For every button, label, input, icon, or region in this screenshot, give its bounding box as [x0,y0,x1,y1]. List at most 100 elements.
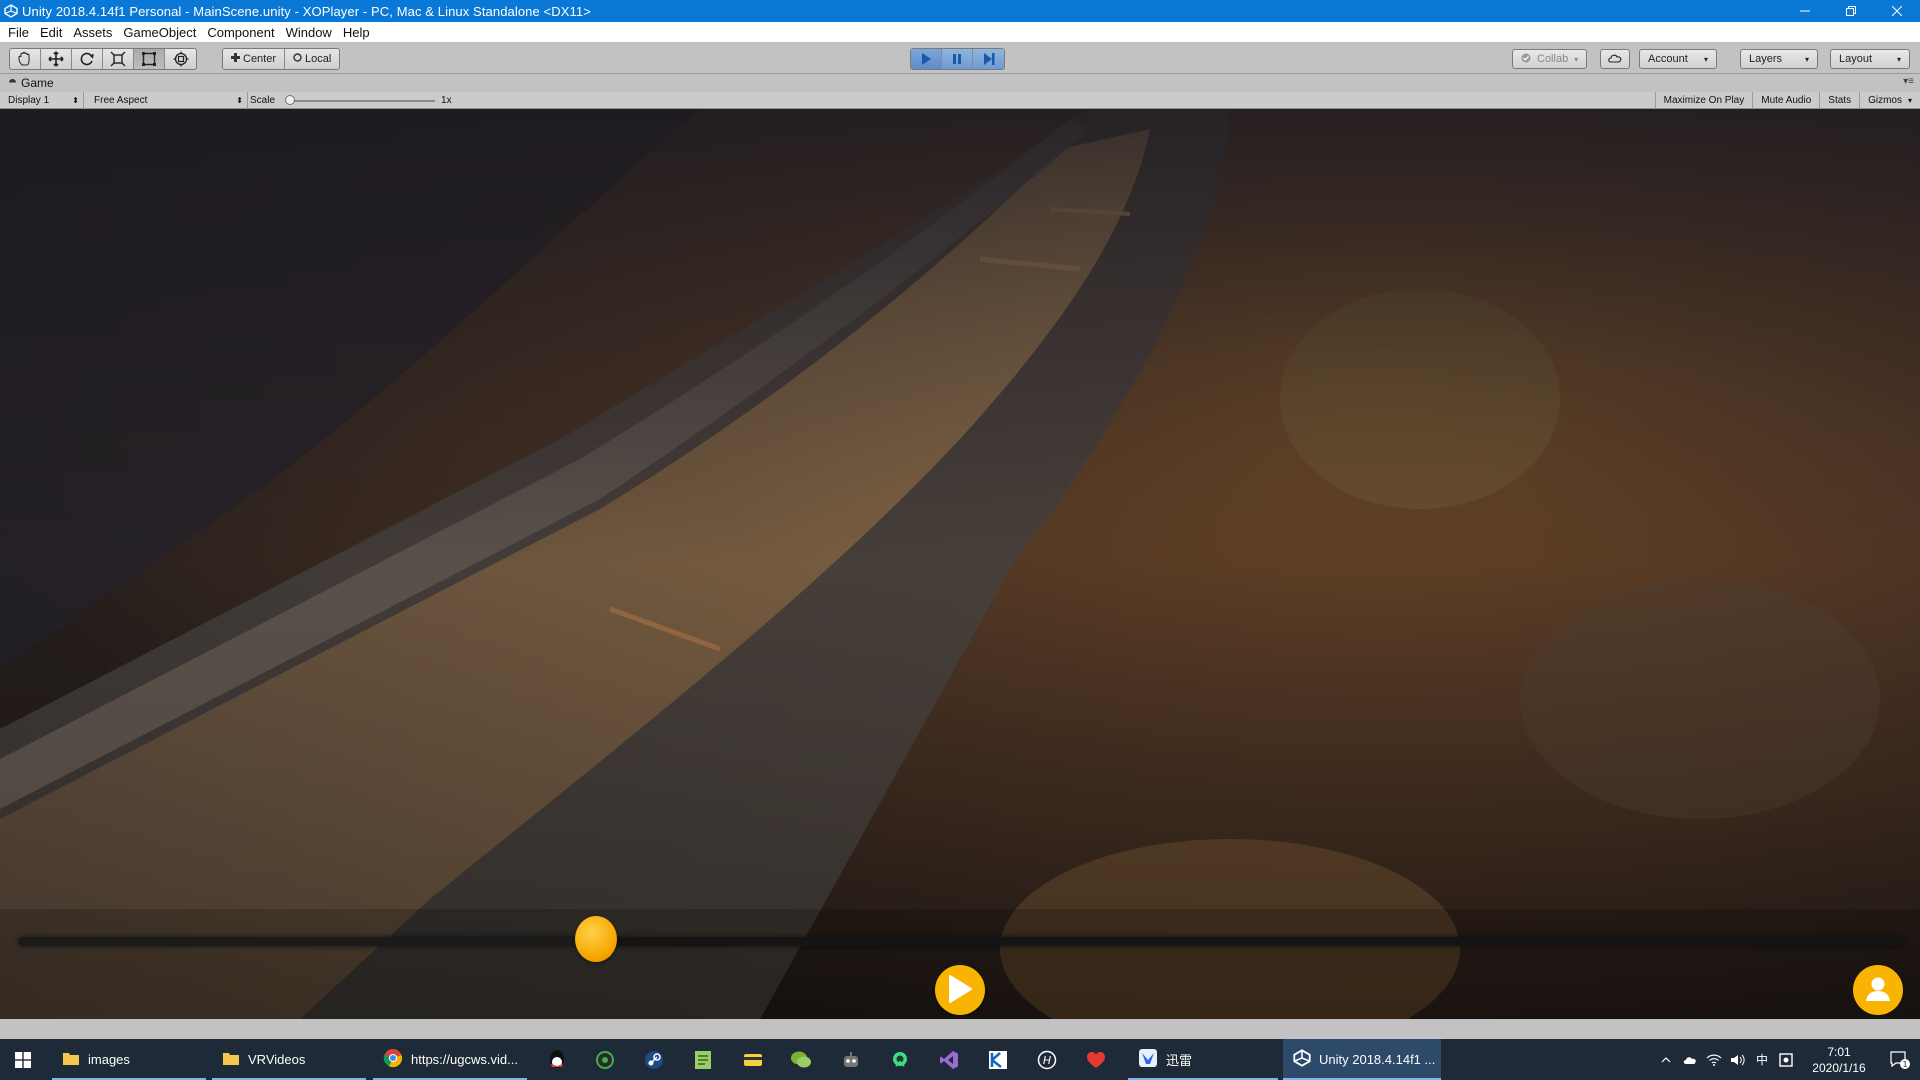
onedrive-cloud-icon[interactable] [1678,1039,1702,1080]
play-pause-button[interactable] [935,965,985,1015]
main-toolbar: Center Local Collab ▾ Account ▾ Layers ▾… [0,42,1920,74]
search-tray-icon[interactable] [1774,1039,1798,1080]
status-bar [0,1019,1920,1039]
play-icon [947,974,973,1007]
layout-dropdown[interactable]: Layout ▾ [1830,49,1910,69]
step-button[interactable] [973,49,1004,69]
android-studio-icon[interactable] [885,1045,915,1075]
menu-edit[interactable]: Edit [36,25,69,40]
collab-label: Collab [1537,53,1569,65]
chevron-up-icon[interactable] [1654,1039,1678,1080]
system-tray: 中 7:01 2020/1/16 1 [1654,1039,1920,1080]
chrome-icon [383,1048,403,1071]
taskbar-item-images[interactable]: images [52,1039,206,1080]
menu-window[interactable]: Window [282,25,339,40]
layers-dropdown[interactable]: Layers ▾ [1740,49,1818,69]
clock-date: 2020/1/16 [1812,1060,1866,1075]
maximize-on-play-toggle[interactable]: Maximize On Play [1654,92,1753,109]
menu-component[interactable]: Component [203,25,281,40]
chevron-down-icon: ▾ [1804,54,1809,64]
taskbar-item-label: 迅雷 [1166,1053,1193,1068]
game-tab-label: Game [21,76,54,90]
notepad-icon[interactable] [688,1045,718,1075]
aspect-dropdown[interactable]: Free Aspect ⬍ [86,92,248,109]
taskbar-item-chrome[interactable]: https://ugcws.vid... [373,1039,527,1080]
account-label: Account [1648,53,1688,65]
taskbar-item-unity[interactable]: Unity 2018.4.14f1 ... [1283,1039,1441,1080]
pivot-center-button[interactable]: Center [223,49,286,69]
menu-assets[interactable]: Assets [69,25,119,40]
menu-file[interactable]: File [4,25,36,40]
notification-center-icon[interactable]: 1 [1880,1039,1920,1080]
layout-label: Layout [1839,53,1873,65]
move-tool-icon[interactable] [41,49,72,69]
layers-label: Layers [1749,53,1783,65]
updown-arrow-icon: ⬍ [72,96,79,105]
taskbar-item-vrvideos[interactable]: VRVideos [212,1039,366,1080]
taskbar-item-label: https://ugcws.vid... [411,1052,518,1067]
taskbar-item-xunlei[interactable]: 迅雷 [1128,1039,1278,1080]
account-dropdown[interactable]: Account ▾ [1639,49,1717,69]
panel-menu-icon[interactable]: ▾≡ [1903,76,1914,87]
cloud-icon [1607,53,1623,66]
restore-icon[interactable] [1828,0,1874,22]
local-space-icon [293,53,302,65]
scale-slider-thumb[interactable] [285,94,296,105]
volume-icon[interactable] [1726,1039,1750,1080]
taskbar-item-label: VRVideos [248,1052,306,1067]
scale-value: 1x [441,95,452,106]
pay-icon[interactable] [738,1045,768,1075]
center-pivot-icon [231,53,240,65]
chevron-down-icon: ▾ [1703,54,1708,64]
scale-control: Scale 1x [250,92,452,109]
steam-icon[interactable] [639,1045,669,1075]
video-progress-bar[interactable] [18,937,1902,946]
visual-studio-icon[interactable] [934,1045,964,1075]
pivot-local-button[interactable]: Local [285,49,339,69]
rotate-tool-icon[interactable] [72,49,103,69]
notification-count: 1 [1902,1060,1907,1069]
wifi-icon[interactable] [1702,1039,1726,1080]
chevron-down-icon: ▾ [1574,54,1579,64]
unity-logo-icon [1293,1049,1311,1070]
ime-indicator[interactable]: 中 [1750,1039,1774,1080]
menu-help[interactable]: Help [339,25,377,40]
kotlin-icon[interactable] [983,1045,1013,1075]
gizmos-dropdown[interactable]: Gizmos ▾ [1859,92,1920,109]
rect-tool-icon[interactable] [134,49,165,69]
system-clock[interactable]: 7:01 2020/1/16 [1798,1044,1880,1076]
minimize-icon[interactable] [1782,0,1828,22]
user-button[interactable] [1853,965,1903,1015]
wechat-icon[interactable] [786,1045,816,1075]
pause-button[interactable] [942,49,973,69]
transform-tool-icon[interactable] [165,49,196,69]
windows-start-icon[interactable] [0,1039,46,1080]
pivot-toggles: Center Local [222,48,341,70]
cloud-button[interactable] [1600,49,1630,69]
stats-toggle[interactable]: Stats [1819,92,1859,109]
scale-tool-icon[interactable] [103,49,134,69]
hbuilder-icon[interactable]: H [1032,1045,1062,1075]
game-panel-header: Game ▾≡ [0,74,1920,92]
scale-label: Scale [250,95,276,106]
hand-tool-icon[interactable] [10,49,41,69]
game-controller-icon [8,76,17,90]
mute-audio-toggle[interactable]: Mute Audio [1752,92,1819,109]
updown-arrow-icon: ⬍ [236,96,243,105]
music-icon[interactable] [590,1045,620,1075]
windows-taskbar: images VRVideos https://ugcws.vid... H 迅… [0,1039,1920,1080]
menu-gameobject[interactable]: GameObject [119,25,203,40]
taskbar-item-label: images [88,1052,130,1067]
scale-slider[interactable] [285,94,436,105]
game-view-toolbar: Display 1 ⬍ Free Aspect ⬍ Scale 1x Maxim… [0,92,1920,109]
robot-icon[interactable] [836,1045,866,1075]
heart-app-icon[interactable] [1081,1045,1111,1075]
game-view[interactable] [0,109,1920,1019]
collab-button[interactable]: Collab ▾ [1512,49,1588,69]
display-dropdown[interactable]: Display 1 ⬍ [0,92,84,109]
svg-text:H: H [1043,1054,1051,1067]
tab-game[interactable]: Game [0,76,54,90]
qq-icon[interactable] [542,1045,572,1075]
play-button[interactable] [911,49,942,69]
close-icon[interactable] [1874,0,1920,22]
